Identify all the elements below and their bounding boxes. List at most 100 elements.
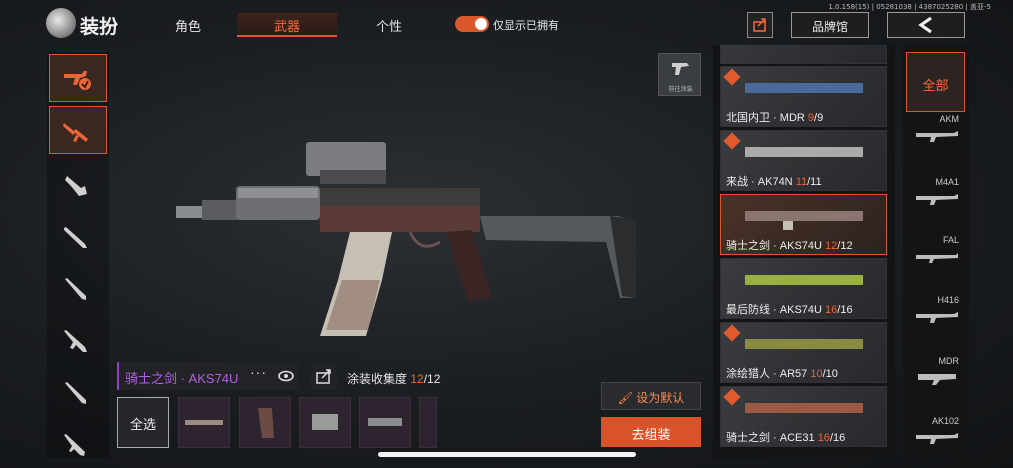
category-lmg[interactable] — [49, 368, 107, 416]
part-slot-optic[interactable] — [299, 397, 351, 448]
set-default-button[interactable]: 🖌 设为默认 — [601, 382, 701, 410]
new-tag-icon — [723, 132, 741, 150]
tab-weapon[interactable]: 武器 — [237, 13, 337, 37]
skin-name: 最后防线 · AKS74U 16/16 — [726, 304, 853, 316]
filter-all[interactable]: 全部 — [906, 52, 965, 112]
paint-collection: 涂装收集度 12/12 — [347, 370, 440, 387]
filter-weapon[interactable]: H416 — [906, 295, 965, 345]
share-icon — [316, 369, 331, 384]
tab-character[interactable]: 角色 — [175, 16, 201, 35]
skin-card-partial[interactable] — [720, 45, 887, 64]
weapon-muzzle — [176, 206, 204, 218]
skin-gun-thumbnail — [745, 339, 863, 358]
optic-part-icon — [312, 414, 338, 430]
category-sniper[interactable] — [49, 264, 107, 312]
tab-personality[interactable]: 个性 — [376, 16, 402, 35]
skin-gun-thumbnail — [745, 275, 863, 294]
skin-name: 骑士之剑 · AKS74U 12/12 — [726, 240, 853, 252]
spray-gun-icon — [672, 63, 689, 75]
skin-gun-thumbnail — [745, 83, 863, 101]
akm-icon — [916, 131, 958, 142]
select-all-button[interactable]: 全选 — [117, 397, 169, 448]
weapon-filter-list: 全部 AKM M4A1 FAL H416 MDR AK102 — [903, 45, 969, 458]
category-smg[interactable] — [49, 160, 107, 208]
weapon-category-list — [47, 52, 109, 458]
m4a1-icon — [916, 194, 958, 205]
brand-hall-button[interactable]: 品牌馆 — [791, 12, 869, 38]
filter-weapon[interactable]: AKM — [906, 114, 965, 164]
collection-owned: 12 — [410, 372, 424, 386]
skin-gun-thumbnail — [745, 147, 863, 165]
weapon-handguard-top — [238, 188, 318, 198]
filter-weapon[interactable]: MDR — [906, 356, 965, 406]
skin-card[interactable]: 最后防线 · AKS74U 16/16 — [720, 258, 887, 319]
filter-weapon[interactable]: M4A1 — [906, 177, 965, 227]
fal-icon — [916, 253, 958, 263]
skin-gun-thumbnail — [745, 211, 863, 230]
new-tag-icon — [723, 324, 741, 342]
marksman-rifle-icon — [64, 330, 87, 352]
skin-name: 来战 · AK74N 11/11 — [726, 176, 822, 188]
toggle-knob — [475, 18, 487, 30]
ak102-icon — [916, 433, 958, 444]
share-skin-button[interactable] — [311, 362, 337, 390]
category-favorite[interactable] — [49, 54, 107, 102]
weapon-barrel — [202, 200, 238, 220]
filter-weapon[interactable]: FAL — [906, 235, 965, 285]
lmg-icon — [65, 382, 86, 404]
eye-icon — [278, 370, 294, 382]
goto-paint-button[interactable]: 前往涂装 — [658, 53, 701, 96]
assault-rifle-icon — [63, 123, 88, 142]
page-title: 装扮 — [80, 17, 119, 38]
handguard-part-icon — [368, 418, 402, 426]
skin-card-selected[interactable]: 骑士之剑 · AKS74U 12/12 — [720, 194, 887, 255]
category-marksman[interactable] — [49, 316, 107, 364]
home-indicator[interactable] — [378, 452, 636, 457]
skin-name-bar[interactable]: 骑士之剑 · AKS74U ··· — [117, 362, 273, 390]
owned-only-toggle[interactable] — [455, 16, 489, 32]
skin-card[interactable]: 北国内卫 · MDR 9/9 — [720, 66, 887, 127]
sniper-icon — [65, 278, 86, 300]
skin-name: 北国内卫 · MDR 9/9 — [726, 112, 824, 124]
filter-weapon[interactable]: AK102 — [906, 416, 965, 466]
weapon-grip — [446, 230, 492, 302]
weapon-preview[interactable] — [170, 130, 650, 345]
go-assemble-button[interactable]: 去组装 — [601, 417, 701, 447]
weapon-trigger-guard — [408, 231, 441, 248]
part-slot-handguard[interactable] — [359, 397, 411, 448]
back-arrow-icon — [918, 16, 932, 34]
barrel-part-icon — [185, 420, 223, 425]
share-icon — [753, 18, 766, 32]
new-tag-icon — [723, 388, 741, 406]
new-tag-icon — [723, 68, 741, 86]
owned-only-label: 仅显示已拥有 — [493, 20, 559, 32]
shotgun-icon — [64, 227, 87, 248]
more-options-button[interactable]: ··· — [250, 364, 267, 380]
goto-paint-label: 前往涂装 — [668, 87, 693, 93]
top-bar: 装扮 角色 武器 个性 仅显示已拥有 品牌馆 — [0, 8, 1013, 42]
preview-button[interactable] — [273, 362, 299, 390]
skin-list[interactable]: 北国内卫 · MDR 9/9 来战 · AK74N 11/11 骑士之剑 · A… — [713, 45, 895, 458]
part-slot-barrel[interactable] — [178, 397, 230, 448]
back-button[interactable] — [887, 12, 965, 38]
skin-name: 涂绘猎人 · AR57 10/10 — [726, 368, 838, 380]
part-slot-grip[interactable] — [239, 397, 291, 448]
brush-icon: 🖌 — [617, 391, 633, 405]
skin-card[interactable]: 涂绘猎人 · AR57 10/10 — [720, 322, 887, 383]
h416-icon — [916, 312, 958, 323]
part-slot-more[interactable] — [419, 397, 437, 448]
smg-icon — [65, 176, 87, 196]
grip-part-icon — [258, 408, 274, 438]
skin-gun-thumbnail — [745, 403, 863, 422]
pistol-icon — [64, 434, 85, 456]
skin-card[interactable]: 来战 · AK74N 11/11 — [720, 130, 887, 191]
category-pistol[interactable] — [49, 420, 107, 468]
category-assault-rifle[interactable] — [49, 106, 107, 154]
skin-name: 骑士之剑 · ACE31 16/16 — [726, 432, 846, 444]
mdr-icon — [918, 374, 956, 385]
share-button[interactable] — [747, 12, 773, 38]
collection-total: /12 — [423, 372, 441, 386]
current-skin-name: 骑士之剑 · AKS74U — [125, 371, 239, 386]
skin-card[interactable]: 骑士之剑 · ACE31 16/16 — [720, 386, 887, 447]
category-shotgun[interactable] — [49, 212, 107, 260]
